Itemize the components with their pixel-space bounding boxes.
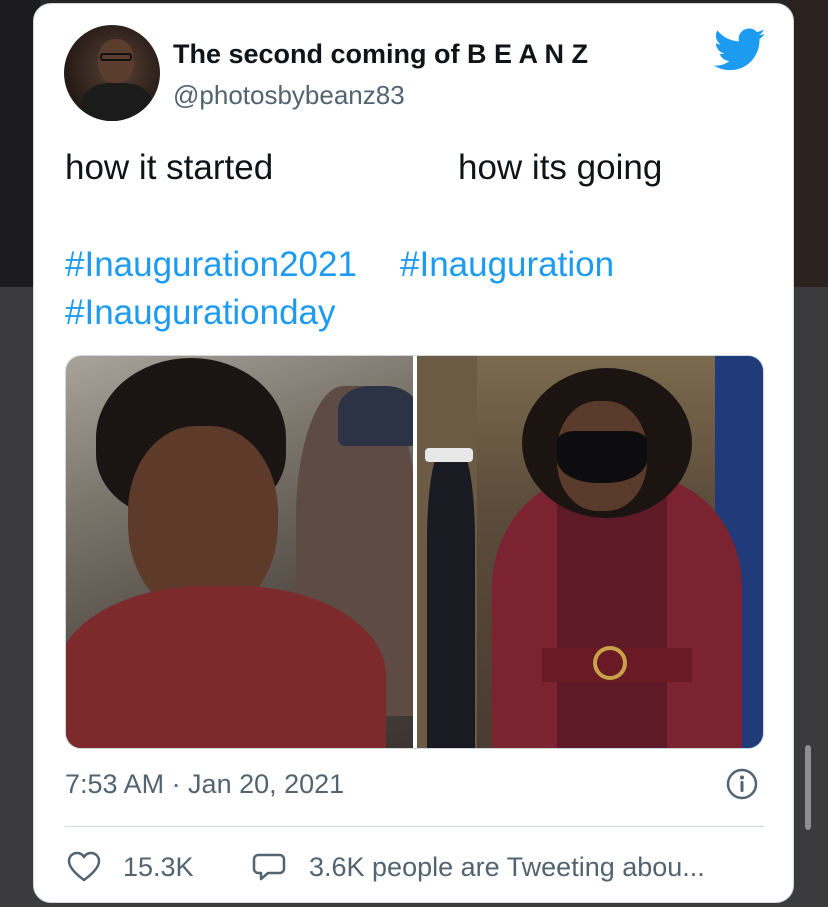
user-handle[interactable]: @photosbybeanz83 [173,80,405,111]
divider-line [65,826,764,827]
speech-bubble-icon[interactable] [252,851,286,883]
avatar[interactable] [64,25,160,121]
hashtag-inauguration2021[interactable]: #Inauguration2021 [65,245,357,285]
hashtag-inaugurationday[interactable]: #Inaugurationday [65,293,336,333]
tweet-card[interactable]: The second coming of B E A N Z @photosby… [33,3,794,903]
tweet-text-right: how its going [458,148,663,187]
like-count[interactable]: 15.3K [123,852,194,883]
tweet-text-left: how it started [65,148,274,187]
info-icon[interactable] [726,768,758,800]
tweet-media[interactable] [65,355,764,749]
heart-icon[interactable] [67,851,101,883]
twitter-bird-icon[interactable] [714,28,766,72]
scrollbar[interactable] [805,745,811,830]
photo-how-it-started[interactable] [66,356,413,748]
tweet-timestamp[interactable]: 7:53 AM · Jan 20, 2021 [65,769,344,800]
hashtag-inauguration[interactable]: #Inauguration [400,245,614,285]
tweeting-count[interactable]: 3.6K people are Tweeting abou... [309,852,705,883]
display-name[interactable]: The second coming of B E A N Z [173,39,588,70]
photo-how-its-going[interactable] [417,356,763,748]
